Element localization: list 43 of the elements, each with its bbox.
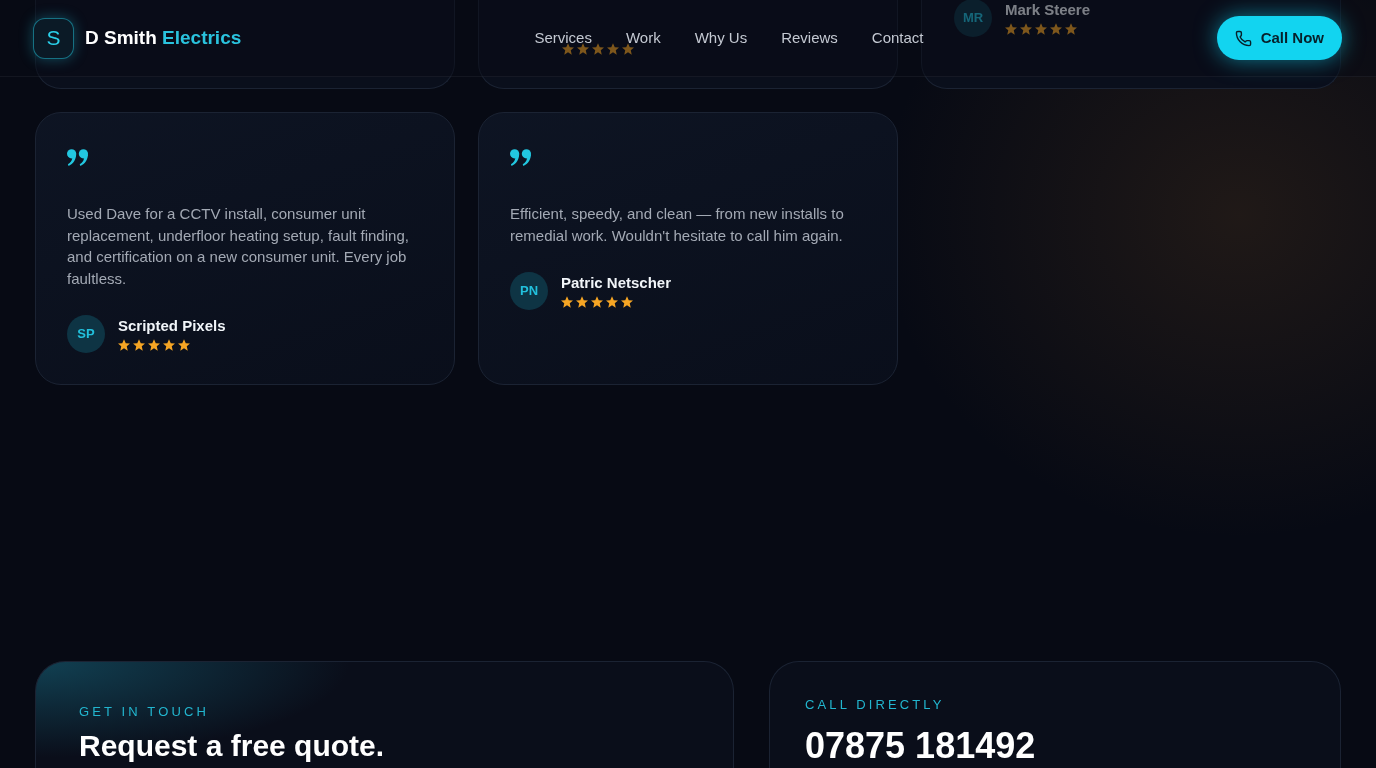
section-eyebrow: GET IN TOUCH: [79, 704, 210, 719]
star-icon: [1035, 23, 1047, 35]
star-icon: [1065, 23, 1077, 35]
quote-icon: [67, 149, 89, 166]
star-icon: [163, 339, 175, 351]
star-icon: [591, 296, 603, 308]
reviewer-name: Patric Netscher: [561, 274, 672, 292]
star-icon: [561, 296, 573, 308]
nav-link[interactable]: Why Us: [694, 26, 748, 50]
nav-link[interactable]: Reviews: [781, 26, 838, 50]
star-icon: [178, 339, 190, 351]
star-icon: [1020, 23, 1032, 35]
brand-name: D Smith Electrics: [85, 25, 242, 50]
review-text: Efficient, speedy, and clean — from new installs to remedial work. Wouldn't hesitate to call him again.: [510, 204, 845, 246]
reviewer-name: Mark Steere: [1005, 1, 1091, 19]
star-icon: [592, 43, 604, 55]
review-text: Used Dave for a CCTV install, consumer unit replacement, underfloor heating setup, fault finding, and certification on a new consumer unit. Every job faultless.: [67, 204, 410, 289]
section-heading: Request a free quote.: [79, 729, 386, 763]
section-eyebrow: CALL DIRECTLY: [805, 697, 946, 712]
phone-icon: [1234, 29, 1252, 47]
avatar: MR: [954, 0, 992, 37]
phone-number[interactable]: 07875 181492: [805, 726, 1340, 766]
call-now-button[interactable]: Call Now: [1216, 16, 1342, 60]
star-icon: [577, 43, 589, 55]
avatar: SP: [67, 315, 105, 353]
star-icon: [576, 296, 588, 308]
star-icon: [118, 339, 130, 351]
star-icon: [133, 339, 145, 351]
star-icon: [607, 43, 619, 55]
star-icon: [562, 43, 574, 55]
nav-link[interactable]: Contact: [871, 26, 924, 50]
star-icon: [622, 43, 634, 55]
reviewer-name: Scripted Pixels: [118, 317, 226, 335]
quote-icon: [510, 149, 532, 166]
nav-link[interactable]: Services: [534, 26, 592, 50]
star-icon: [621, 296, 633, 308]
nav-link[interactable]: Work: [625, 26, 661, 50]
star-icon: [1005, 23, 1017, 35]
avatar: PN: [510, 272, 548, 310]
star-icon: [1050, 23, 1062, 35]
star-icon: [148, 339, 160, 351]
logo-badge: S: [33, 17, 74, 59]
star-icon: [606, 296, 618, 308]
